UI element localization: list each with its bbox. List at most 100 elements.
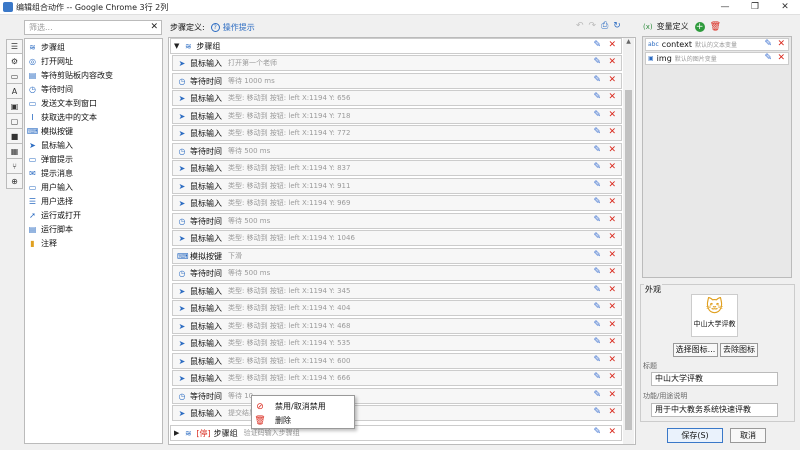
delete-icon[interactable]: ✕ xyxy=(608,407,616,417)
edit-icon[interactable]: ✎ xyxy=(764,39,772,49)
edit-icon[interactable]: ✎ xyxy=(593,75,601,85)
delete-icon[interactable]: ✕ xyxy=(608,372,616,382)
step-row[interactable]: ◷ 等待时间 等待 500 ms ✎ ✕ xyxy=(172,265,622,281)
step-row-group-disabled[interactable]: ▶ ≋ [停] 步骤组 验证码输入步骤组 ✎ ✕ xyxy=(170,425,622,441)
delete-icon[interactable]: ✕ xyxy=(777,39,785,49)
undo-icon[interactable]: ↶ xyxy=(576,21,584,31)
close-button[interactable]: ✕ xyxy=(770,0,800,15)
variable-row[interactable]: abc context 默认的文本变量 ✎ ✕ xyxy=(645,38,789,51)
step-row[interactable]: ➤ 鼠标输入 类型: 移动到 按钮: left X:1194 Y: 600 ✎ ✕ xyxy=(172,353,622,369)
delete-icon[interactable]: ✕ xyxy=(608,110,616,120)
edit-icon[interactable]: ✎ xyxy=(593,57,601,67)
edit-icon[interactable]: ✎ xyxy=(593,232,601,242)
delete-icon[interactable]: ✕ xyxy=(608,285,616,295)
delete-icon[interactable]: ✕ xyxy=(608,215,616,225)
menu-item-delete[interactable]: 🗑 删除 xyxy=(254,414,291,427)
edit-icon[interactable]: ✎ xyxy=(593,180,601,190)
delete-icon[interactable]: ✕ xyxy=(608,390,616,400)
tree-item-get-selected-text[interactable]: I 获取选中的文本 xyxy=(28,111,97,123)
edit-icon[interactable]: ✎ xyxy=(593,40,601,50)
edit-icon[interactable]: ✎ xyxy=(593,390,601,400)
refresh-icon[interactable]: ↻ xyxy=(613,21,621,31)
delete-icon[interactable]: ✕ xyxy=(608,337,616,347)
filter-input[interactable]: 筛选... ✕ xyxy=(24,20,162,35)
tree-item-clipboard-wait[interactable]: ▤ 等待剪贴板内容改变 xyxy=(28,69,113,81)
tree-item-run-open[interactable]: ➚ 运行或打开 xyxy=(28,209,81,221)
edit-icon[interactable]: ✎ xyxy=(593,145,601,155)
step-row[interactable]: ➤ 鼠标输入 提交结果 ✎ ✕ xyxy=(172,405,622,421)
tree-item-run-script[interactable]: ▤ 运行脚本 xyxy=(28,223,73,235)
edit-icon[interactable]: ✎ xyxy=(593,92,601,102)
edit-icon[interactable]: ✎ xyxy=(764,53,772,63)
scrollbar-thumb[interactable] xyxy=(625,90,632,430)
delete-icon[interactable]: ✕ xyxy=(608,57,616,67)
step-row[interactable]: ➤ 鼠标输入 类型: 移动到 按钮: left X:1194 Y: 345 ✎ ✕ xyxy=(172,283,622,299)
tab-globe-icon[interactable]: ⊕ xyxy=(6,174,23,189)
delete-icon[interactable]: ✕ xyxy=(608,232,616,242)
add-variable-icon[interactable]: + xyxy=(694,21,705,32)
delete-icon[interactable]: ✕ xyxy=(608,267,616,277)
edit-icon[interactable]: ✎ xyxy=(593,355,601,365)
variable-row[interactable]: ▣ img 默认的图片变量 ✎ ✕ xyxy=(645,52,789,65)
delete-icon[interactable]: ✕ xyxy=(777,53,785,63)
edit-icon[interactable]: ✎ xyxy=(593,427,601,437)
tab-grid-icon[interactable]: ▦ xyxy=(6,144,23,159)
choose-icon-button[interactable]: 选择图标... xyxy=(673,343,718,357)
redo-icon[interactable]: ↷ xyxy=(589,21,597,31)
menu-item-toggle-disable[interactable]: ⊘ 禁用/取消禁用 xyxy=(255,400,325,413)
delete-variable-icon[interactable]: 🗑 xyxy=(710,22,721,32)
edit-icon[interactable]: ✎ xyxy=(593,337,601,347)
delete-icon[interactable]: ✕ xyxy=(608,145,616,155)
step-row[interactable]: ➤ 鼠标输入 类型: 移动到 按钮: left X:1194 Y: 969 ✎ ✕ xyxy=(172,195,622,211)
edit-icon[interactable]: ✎ xyxy=(593,267,601,277)
step-row[interactable]: ➤ 鼠标输入 类型: 移动到 按钮: left X:1194 Y: 718 ✎ ✕ xyxy=(172,108,622,124)
tree-item-user-input[interactable]: ▭ 用户输入 xyxy=(28,181,73,193)
tree-item-user-select[interactable]: ☰ 用户选择 xyxy=(28,195,73,207)
tree-item-popup[interactable]: ▭ 弹窗提示 xyxy=(28,153,73,165)
step-row[interactable]: ➤ 鼠标输入 类型: 移动到 按钮: left X:1194 Y: 911 ✎ ✕ xyxy=(172,178,622,194)
edit-icon[interactable]: ✎ xyxy=(593,110,601,120)
tree-item-open-url[interactable]: ◎ 打开网址 xyxy=(28,55,73,67)
delete-icon[interactable]: ✕ xyxy=(608,197,616,207)
tab-branch-icon[interactable]: ⑂ xyxy=(6,159,23,174)
tab-image-icon[interactable]: ▣ xyxy=(6,99,23,114)
steps-scrollbar[interactable]: ▲ xyxy=(623,38,634,444)
remove-icon-button[interactable]: 去除图标 xyxy=(720,343,758,357)
tab-window-icon[interactable]: ▭ xyxy=(6,69,23,84)
description-input[interactable]: 用于中大教务系统快速评教 xyxy=(651,403,778,417)
edit-icon[interactable]: ✎ xyxy=(593,127,601,137)
help-link[interactable]: ? 操作提示 xyxy=(210,22,255,33)
edit-icon[interactable]: ✎ xyxy=(593,320,601,330)
step-row[interactable]: ➤ 鼠标输入 类型: 移动到 按钮: left X:1194 Y: 404 ✎ ✕ xyxy=(172,300,622,316)
title-input[interactable]: 中山大学评教 xyxy=(651,372,778,386)
edit-icon[interactable]: ✎ xyxy=(593,285,601,295)
step-row[interactable]: ◷ 等待时间 等待 10 ✎ ✕ xyxy=(172,388,622,404)
step-row[interactable]: ➤ 鼠标输入 打开第一个老师 ✎ ✕ xyxy=(172,55,622,71)
edit-icon[interactable]: ✎ xyxy=(593,250,601,260)
scroll-up-icon[interactable]: ▲ xyxy=(623,38,634,45)
collapse-arrow-icon[interactable]: ▼ xyxy=(174,42,179,50)
tree-item-message[interactable]: ✉ 提示消息 xyxy=(28,167,73,179)
step-row-group[interactable]: ▼ ≋ 步骤组 ✎ ✕ xyxy=(170,38,622,54)
step-row[interactable]: ➤ 鼠标输入 类型: 移动到 按钮: left X:1194 Y: 468 ✎ ✕ xyxy=(172,318,622,334)
delete-icon[interactable]: ✕ xyxy=(608,127,616,137)
edit-icon[interactable]: ✎ xyxy=(593,372,601,382)
tab-clipboard-icon[interactable]: ▢ xyxy=(6,114,23,129)
delete-icon[interactable]: ✕ xyxy=(608,320,616,330)
clear-filter-icon[interactable]: ✕ xyxy=(150,22,158,32)
delete-icon[interactable]: ✕ xyxy=(608,355,616,365)
delete-icon[interactable]: ✕ xyxy=(608,75,616,85)
edit-icon[interactable]: ✎ xyxy=(593,197,601,207)
delete-icon[interactable]: ✕ xyxy=(608,180,616,190)
tree-item-simulate-key[interactable]: ⌨ 模拟按键 xyxy=(27,125,73,137)
step-row[interactable]: ◷ 等待时间 等待 500 ms ✎ ✕ xyxy=(172,213,622,229)
edit-icon[interactable]: ✎ xyxy=(593,162,601,172)
step-row[interactable]: ➤ 鼠标输入 类型: 移动到 按钮: left X:1194 Y: 656 ✎ ✕ xyxy=(172,90,622,106)
tree-item-comment[interactable]: ▮ 注释 xyxy=(28,237,57,249)
tab-settings-icon[interactable]: ⚙ xyxy=(6,54,23,69)
step-row[interactable]: ➤ 鼠标输入 类型: 移动到 按钮: left X:1194 Y: 535 ✎ ✕ xyxy=(172,335,622,351)
save-button[interactable]: 保存(S) xyxy=(667,428,723,443)
step-row[interactable]: ➤ 鼠标输入 类型: 移动到 按钮: left X:1194 Y: 772 ✎ ✕ xyxy=(172,125,622,141)
expand-arrow-icon[interactable]: ▶ xyxy=(174,429,179,437)
delete-icon[interactable]: ✕ xyxy=(608,92,616,102)
